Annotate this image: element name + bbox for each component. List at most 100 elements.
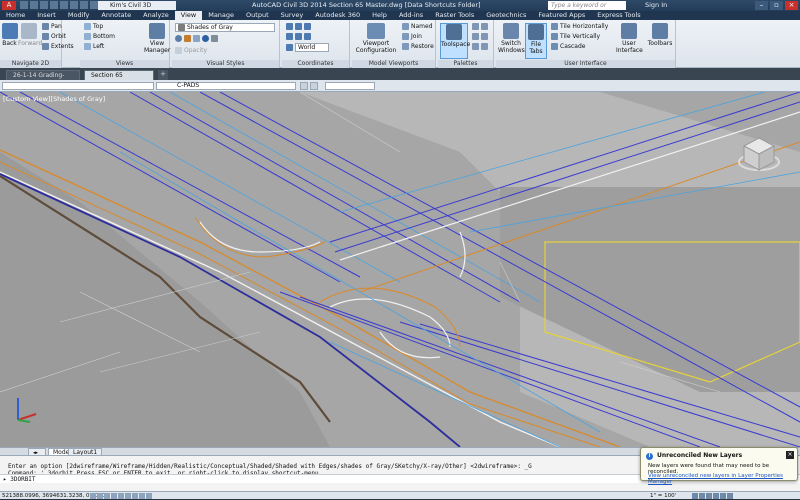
ribbon-tab-view[interactable]: View [174, 11, 203, 20]
ribbon-tab-home[interactable]: Home [0, 11, 31, 20]
ucs-row-2[interactable] [286, 33, 311, 40]
ortho-icon[interactable] [104, 493, 110, 499]
join-viewports-button[interactable]: Join [402, 33, 422, 40]
visual-style-options[interactable] [175, 35, 218, 42]
ribbon-tab-express-tools[interactable]: Express Tools [591, 11, 646, 20]
ducs-icon[interactable] [132, 493, 138, 499]
shadows-icon[interactable] [193, 35, 200, 42]
ucs-row-1[interactable] [286, 23, 311, 30]
viewport-label[interactable]: [Custom View][Shades of Gray] [3, 95, 105, 103]
sign-in-button[interactable]: Sign In [645, 1, 667, 9]
view-left-item[interactable]: Left [84, 43, 104, 50]
lineweight-icon[interactable] [146, 493, 152, 499]
notification-link[interactable]: View unreconciled new layers in Layer Pr… [648, 473, 797, 485]
tile-vertically-button[interactable]: Tile Vertically [551, 33, 600, 40]
ribbon-tab-featured-apps[interactable]: Featured Apps [532, 11, 591, 20]
face-style-icon[interactable] [184, 35, 191, 42]
grid-icon[interactable] [97, 493, 103, 499]
orbit-button[interactable]: Orbit [42, 33, 66, 40]
tile-horizontally-button[interactable]: Tile Horizontally [551, 23, 608, 30]
workspace-icon[interactable] [692, 493, 698, 499]
snap-icon[interactable] [90, 493, 96, 499]
pan-button[interactable]: Pan [42, 23, 62, 30]
back-button[interactable]: Back [2, 23, 18, 47]
layer-previous-icon[interactable] [300, 82, 308, 90]
ribbon-tab-output[interactable]: Output [240, 11, 275, 20]
ribbon-tab-insert[interactable]: Insert [31, 11, 62, 20]
toolspace-button[interactable]: Toolspace [440, 23, 470, 59]
toolbars-button[interactable]: Toolbars [646, 23, 674, 47]
doc-tab-grading-sheet[interactable]: 26-1-14 Grading-Sheet* [6, 70, 80, 89]
materials-icon[interactable] [211, 35, 218, 42]
lighting-icon[interactable] [202, 35, 209, 42]
search-input[interactable]: Type a keyword or phrase [548, 1, 626, 18]
viewcube[interactable] [738, 134, 780, 178]
polar-icon[interactable] [111, 493, 117, 499]
current-layer-dropdown[interactable]: C-PADS [156, 82, 296, 90]
user-interface-button[interactable]: User Interface [616, 23, 643, 54]
layer-match-icon[interactable] [310, 82, 318, 90]
ribbon-tab-analyze[interactable]: Analyze [137, 11, 175, 20]
clean-screen-icon[interactable] [727, 493, 733, 499]
lock-icon[interactable] [699, 493, 705, 499]
application-menu-button[interactable]: A [2, 1, 16, 10]
switch-windows-icon [503, 23, 519, 39]
view-manager-button[interactable]: View Manager [144, 23, 170, 54]
ucs-world-dropdown[interactable]: World [286, 43, 329, 52]
close-icon[interactable]: × [786, 451, 794, 459]
palette-btn-1[interactable] [472, 23, 488, 30]
world-ucs-value[interactable]: World [295, 43, 329, 52]
view-top-item[interactable]: Top [84, 23, 103, 30]
viewport-configuration-button[interactable]: Viewport Configuration [354, 23, 398, 54]
hardware-acceleration-icon[interactable] [706, 493, 712, 499]
ribbon-tab-geotechnics[interactable]: Geotechnics [480, 11, 532, 20]
close-icon[interactable]: × [785, 1, 798, 10]
edges-icon[interactable] [175, 35, 182, 42]
switch-windows-button[interactable]: Switch Windows [498, 23, 525, 54]
ribbon-tab-annotate[interactable]: Annotate [95, 11, 137, 20]
command-input-value[interactable]: 3DORBIT [10, 476, 35, 483]
minimize-icon[interactable]: – [755, 1, 768, 10]
maximize-icon[interactable]: ▫ [770, 1, 783, 10]
named-viewports-button[interactable]: Named [402, 23, 433, 30]
open-file-icon[interactable] [30, 1, 38, 9]
osnap-icon[interactable] [118, 493, 124, 499]
view-bottom-item[interactable]: Bottom [84, 33, 115, 40]
ribbon-tab-raster-tools[interactable]: Raster Tools [429, 11, 480, 20]
notification-icon[interactable] [720, 493, 726, 499]
ribbon-tab-survey[interactable]: Survey [275, 11, 310, 20]
opacity-control[interactable]: Opacity [175, 47, 207, 54]
new-document-tab-button[interactable]: + [158, 70, 168, 80]
palette-btn-3[interactable] [472, 43, 488, 50]
dyn-icon[interactable] [139, 493, 145, 499]
doc-tab-section-65-master[interactable]: Section 65 Master* [84, 70, 154, 89]
ribbon-tab-help[interactable]: Help [366, 11, 393, 20]
dropdown-icon[interactable] [90, 1, 98, 9]
workspace-dropdown[interactable]: Kim's Civil 3D [98, 1, 176, 10]
isolate-icon[interactable] [713, 493, 719, 499]
visual-style-dropdown[interactable]: Shades of Gray [175, 23, 275, 32]
drawing-canvas[interactable] [0, 92, 800, 447]
ribbon-tab-manage[interactable]: Manage [202, 11, 240, 20]
extents-button[interactable]: Extents [42, 43, 74, 50]
plot-icon[interactable] [60, 1, 68, 9]
restore-viewports-button[interactable]: Restore [402, 43, 434, 50]
color-dropdown[interactable] [325, 82, 375, 90]
layer-state-dropdown[interactable] [2, 82, 154, 90]
save-as-icon[interactable] [50, 1, 58, 9]
new-file-icon[interactable] [20, 1, 28, 9]
user-interface-panel: Switch Windows File Tabs Tile Horizontal… [496, 20, 676, 68]
undo-icon[interactable] [70, 1, 78, 9]
ribbon-tab-autodesk-360[interactable]: Autodesk 360 [309, 11, 366, 20]
palettes-panel: Toolspace Palettes [438, 20, 494, 68]
cascade-button[interactable]: Cascade [551, 43, 585, 50]
ribbon-tab-add-ins[interactable]: Add-ins [393, 11, 429, 20]
drawing-viewport[interactable]: [Custom View][Shades of Gray] [0, 92, 800, 447]
save-icon[interactable] [40, 1, 48, 9]
ribbon-tab-modify[interactable]: Modify [62, 11, 96, 20]
forward-button[interactable]: Forward [18, 23, 42, 47]
palette-btn-2[interactable] [472, 33, 488, 40]
file-tabs-button[interactable]: File Tabs [525, 23, 547, 59]
otrack-icon[interactable] [125, 493, 131, 499]
redo-icon[interactable] [80, 1, 88, 9]
